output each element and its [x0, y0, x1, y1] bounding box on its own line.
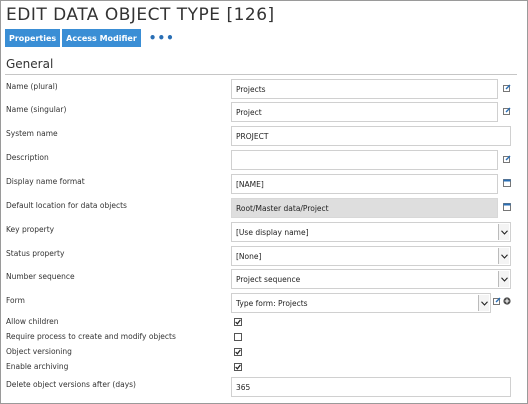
toolbar: Properties Access Modifier ••• — [5, 29, 175, 47]
chevron-down-icon — [498, 248, 509, 264]
chevron-down-icon — [478, 295, 489, 311]
row-object-versioning: Object versioning — [0, 346, 528, 358]
edit-icon[interactable] — [493, 297, 501, 305]
access-modifier-button[interactable]: Access Modifier — [62, 29, 141, 47]
description-field[interactable] — [231, 150, 498, 170]
require-process-checkbox[interactable] — [234, 333, 242, 341]
object-versioning-checkbox[interactable] — [234, 348, 242, 356]
section-title-general: General — [6, 57, 54, 71]
row-allow-children: Allow children — [0, 316, 528, 328]
status-property-select[interactable]: [None] — [231, 246, 511, 266]
row-default-location: Default location for data objects Root/M… — [0, 198, 528, 218]
edit-icon[interactable] — [503, 84, 511, 92]
default-location-label: Default location for data objects — [6, 201, 127, 210]
row-delete-versions-after: Delete object versions after (days) 365 — [0, 377, 528, 397]
chevron-down-icon — [498, 271, 509, 287]
row-system-name: System name PROJECT — [0, 126, 528, 146]
row-display-name-format: Display name format [NAME] — [0, 174, 528, 194]
row-number-sequence: Number sequence Project sequence — [0, 269, 528, 289]
display-name-format-field[interactable]: [NAME] — [231, 174, 498, 194]
object-versioning-label: Object versioning — [6, 347, 72, 356]
section-divider — [5, 74, 517, 75]
name-singular-label: Name (singular) — [6, 105, 67, 114]
delete-versions-after-field[interactable]: 365 — [231, 377, 511, 397]
row-name-singular: Name (singular) Project — [0, 102, 528, 122]
row-form: Form Type form: Projects — [0, 293, 528, 313]
number-sequence-label: Number sequence — [6, 272, 75, 281]
chevron-down-icon — [498, 224, 509, 240]
form-select[interactable]: Type form: Projects — [231, 293, 491, 313]
enable-archiving-label: Enable archiving — [6, 362, 69, 371]
key-property-select[interactable]: [Use display name] — [231, 222, 511, 242]
row-name-plural: Name (plural) Projects — [0, 79, 528, 99]
add-icon[interactable] — [503, 297, 511, 305]
form-label: Form — [6, 296, 25, 305]
name-plural-field[interactable]: Projects — [231, 79, 498, 99]
row-enable-archiving: Enable archiving — [0, 361, 528, 373]
window-icon[interactable] — [503, 203, 511, 211]
row-status-property: Status property [None] — [0, 246, 528, 266]
number-sequence-select[interactable]: Project sequence — [231, 269, 511, 289]
number-sequence-value: Project sequence — [236, 274, 301, 284]
system-name-label: System name — [6, 129, 58, 138]
status-property-label: Status property — [6, 249, 65, 258]
default-location-field: Root/Master data/Project — [231, 198, 498, 218]
form-value: Type form: Projects — [236, 298, 308, 308]
display-name-format-label: Display name format — [6, 177, 85, 186]
properties-button[interactable]: Properties — [5, 29, 61, 47]
window-icon[interactable] — [503, 179, 511, 187]
more-menu-button[interactable]: ••• — [149, 32, 175, 44]
row-require-process: Require process to create and modify obj… — [0, 331, 528, 343]
description-label: Description — [6, 153, 49, 162]
key-property-value: [Use display name] — [236, 227, 309, 237]
row-key-property: Key property [Use display name] — [0, 222, 528, 242]
require-process-label: Require process to create and modify obj… — [6, 332, 176, 341]
allow-children-label: Allow children — [6, 317, 59, 326]
name-plural-label: Name (plural) — [6, 82, 58, 91]
status-property-value: [None] — [236, 251, 262, 261]
enable-archiving-checkbox[interactable] — [234, 363, 242, 371]
key-property-label: Key property — [6, 225, 55, 234]
system-name-field[interactable]: PROJECT — [231, 126, 511, 146]
row-description: Description — [0, 150, 528, 170]
allow-children-checkbox[interactable] — [234, 318, 242, 326]
name-singular-field[interactable]: Project — [231, 102, 498, 122]
page-title: EDIT DATA OBJECT TYPE [126] — [6, 5, 275, 25]
delete-versions-after-label: Delete object versions after (days) — [6, 380, 136, 389]
edit-icon[interactable] — [503, 155, 511, 163]
edit-icon[interactable] — [503, 107, 511, 115]
